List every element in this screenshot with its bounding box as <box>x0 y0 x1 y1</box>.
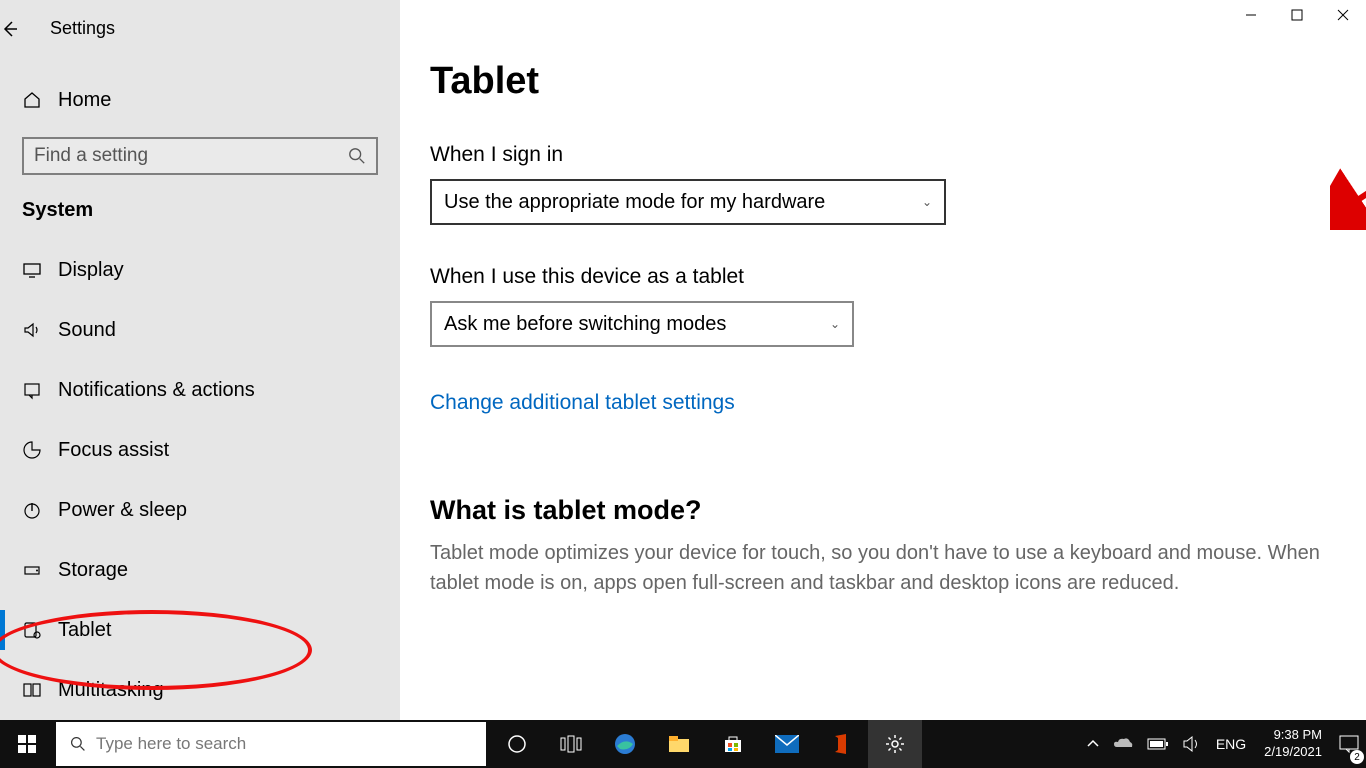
clock-time: 9:38 PM <box>1274 727 1322 744</box>
notifications-icon <box>22 380 50 400</box>
tablet-icon <box>22 620 50 640</box>
sidebar-item-label: Display <box>58 259 124 282</box>
about-heading: What is tablet mode? <box>430 495 1336 526</box>
taskbar-search[interactable]: Type here to search <box>56 722 486 766</box>
sidebar-item-label: Sound <box>58 319 116 342</box>
field-tablet-use-label: When I use this device as a tablet <box>430 265 1336 289</box>
titlebar-left: Settings <box>0 10 400 47</box>
language-indicator[interactable]: ENG <box>1208 720 1254 768</box>
sidebar-item-tablet[interactable]: Tablet <box>0 600 400 660</box>
taskbar: Type here to search ENG 9:38 PM 2/19/202… <box>0 720 1366 768</box>
field-tablet-use: When I use this device as a tablet Ask m… <box>430 265 1336 347</box>
focus-assist-icon <box>22 440 50 460</box>
settings-search[interactable] <box>22 137 378 175</box>
notification-badge: 2 <box>1350 750 1364 764</box>
sidebar-item-label: Power & sleep <box>58 499 187 522</box>
window-controls <box>1228 0 1366 30</box>
section-title-system: System <box>22 199 400 222</box>
cortana-button[interactable] <box>490 720 544 768</box>
maximize-button[interactable] <box>1274 0 1320 30</box>
home-label: Home <box>58 89 111 112</box>
sidebar-item-label: Storage <box>58 559 128 582</box>
clock[interactable]: 9:38 PM 2/19/2021 <box>1254 727 1332 761</box>
field-signin: When I sign in Use the appropriate mode … <box>430 143 1336 225</box>
file-explorer-icon[interactable] <box>652 720 706 768</box>
close-button[interactable] <box>1320 0 1366 30</box>
settings-sidebar: Settings Home System Display Sound <box>0 0 400 720</box>
clock-date: 2/19/2021 <box>1264 744 1322 761</box>
back-button[interactable] <box>0 19 40 39</box>
signin-mode-select[interactable]: Use the appropriate mode for my hardware… <box>430 179 946 225</box>
search-icon <box>70 736 86 752</box>
taskview-button[interactable] <box>544 720 598 768</box>
sidebar-item-notifications[interactable]: Notifications & actions <box>0 360 400 420</box>
minimize-button[interactable] <box>1228 0 1274 30</box>
sidebar-item-power-sleep[interactable]: Power & sleep <box>0 480 400 540</box>
volume-icon[interactable] <box>1176 720 1208 768</box>
mail-icon[interactable] <box>760 720 814 768</box>
content-pane: Tablet When I sign in Use the appropriat… <box>400 0 1366 720</box>
settings-window: Settings Home System Display Sound <box>0 0 1366 720</box>
multitasking-icon <box>22 680 50 700</box>
start-button[interactable] <box>0 720 54 768</box>
search-icon <box>348 147 366 165</box>
field-signin-label: When I sign in <box>430 143 1336 167</box>
app-title: Settings <box>50 18 115 39</box>
chevron-down-icon: ⌄ <box>830 317 840 331</box>
chevron-down-icon: ⌄ <box>922 195 932 209</box>
home-icon <box>22 90 50 110</box>
store-icon[interactable] <box>706 720 760 768</box>
sidebar-item-storage[interactable]: Storage <box>0 540 400 600</box>
power-icon <box>22 500 50 520</box>
onedrive-icon[interactable] <box>1106 720 1140 768</box>
about-paragraph: Tablet mode optimizes your device for to… <box>430 538 1330 598</box>
system-nav-list: Display Sound Notifications & actions Fo… <box>0 240 400 720</box>
sidebar-item-label: Focus assist <box>58 439 169 462</box>
settings-taskbar-icon[interactable] <box>868 720 922 768</box>
system-tray: ENG 9:38 PM 2/19/2021 2 <box>1080 720 1366 768</box>
edge-icon[interactable] <box>598 720 652 768</box>
sidebar-item-display[interactable]: Display <box>0 240 400 300</box>
taskbar-search-placeholder: Type here to search <box>96 734 246 754</box>
tray-overflow[interactable] <box>1080 720 1106 768</box>
taskbar-pinned <box>490 720 922 768</box>
settings-search-input[interactable] <box>34 145 348 167</box>
home-nav[interactable]: Home <box>0 81 400 118</box>
sidebar-item-sound[interactable]: Sound <box>0 300 400 360</box>
sound-icon <box>22 320 50 340</box>
action-center-icon[interactable]: 2 <box>1332 720 1366 768</box>
display-icon <box>22 260 50 280</box>
sidebar-item-multitasking[interactable]: Multitasking <box>0 660 400 720</box>
office-icon[interactable] <box>814 720 868 768</box>
tablet-switch-select[interactable]: Ask me before switching modes ⌄ <box>430 301 854 347</box>
sidebar-item-label: Tablet <box>58 619 111 642</box>
additional-settings-link[interactable]: Change additional tablet settings <box>430 391 735 415</box>
battery-icon[interactable] <box>1140 720 1176 768</box>
sidebar-item-focus-assist[interactable]: Focus assist <box>0 420 400 480</box>
page-title: Tablet <box>430 60 1336 103</box>
sidebar-item-label: Multitasking <box>58 679 164 702</box>
storage-icon <box>22 560 50 580</box>
select-value: Use the appropriate mode for my hardware <box>444 191 825 214</box>
select-value: Ask me before switching modes <box>444 313 726 336</box>
sidebar-item-label: Notifications & actions <box>58 379 255 402</box>
